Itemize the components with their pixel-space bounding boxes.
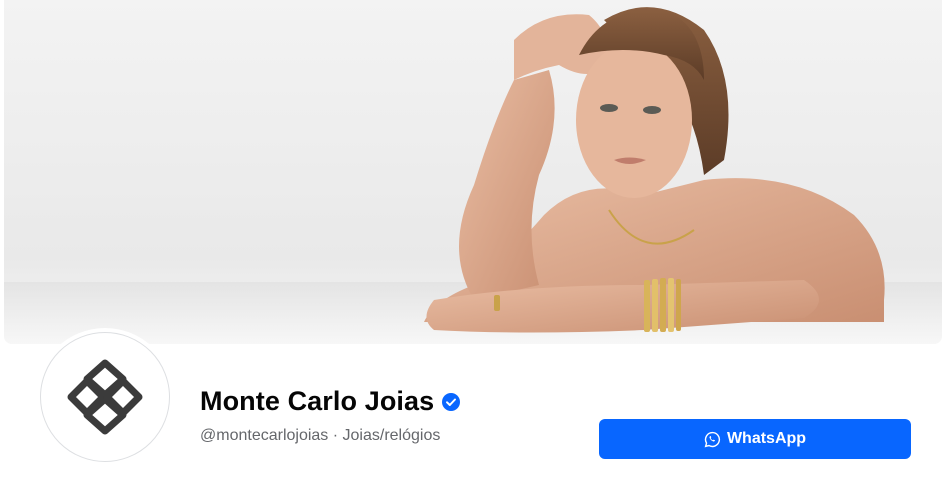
whatsapp-button[interactable]: WhatsApp <box>599 419 911 459</box>
cover-photo[interactable] <box>4 0 942 344</box>
subtitle-separator: · <box>328 427 343 444</box>
page-category[interactable]: Joias/relógios <box>343 427 441 444</box>
monte-carlo-logo-icon <box>67 359 143 435</box>
profile-avatar[interactable] <box>40 332 170 462</box>
cover-illustration <box>4 7 942 344</box>
page-handle: @montecarlojoias <box>200 427 329 444</box>
page-name-row: Monte Carlo Joias <box>200 386 461 417</box>
whatsapp-icon <box>704 431 720 447</box>
whatsapp-button-label: WhatsApp <box>726 430 807 447</box>
page-subtitle: @montecarlojoias · Joias/relógios <box>200 427 440 445</box>
page-name[interactable]: Monte Carlo Joias <box>200 386 434 417</box>
verified-badge-icon[interactable] <box>442 392 461 411</box>
